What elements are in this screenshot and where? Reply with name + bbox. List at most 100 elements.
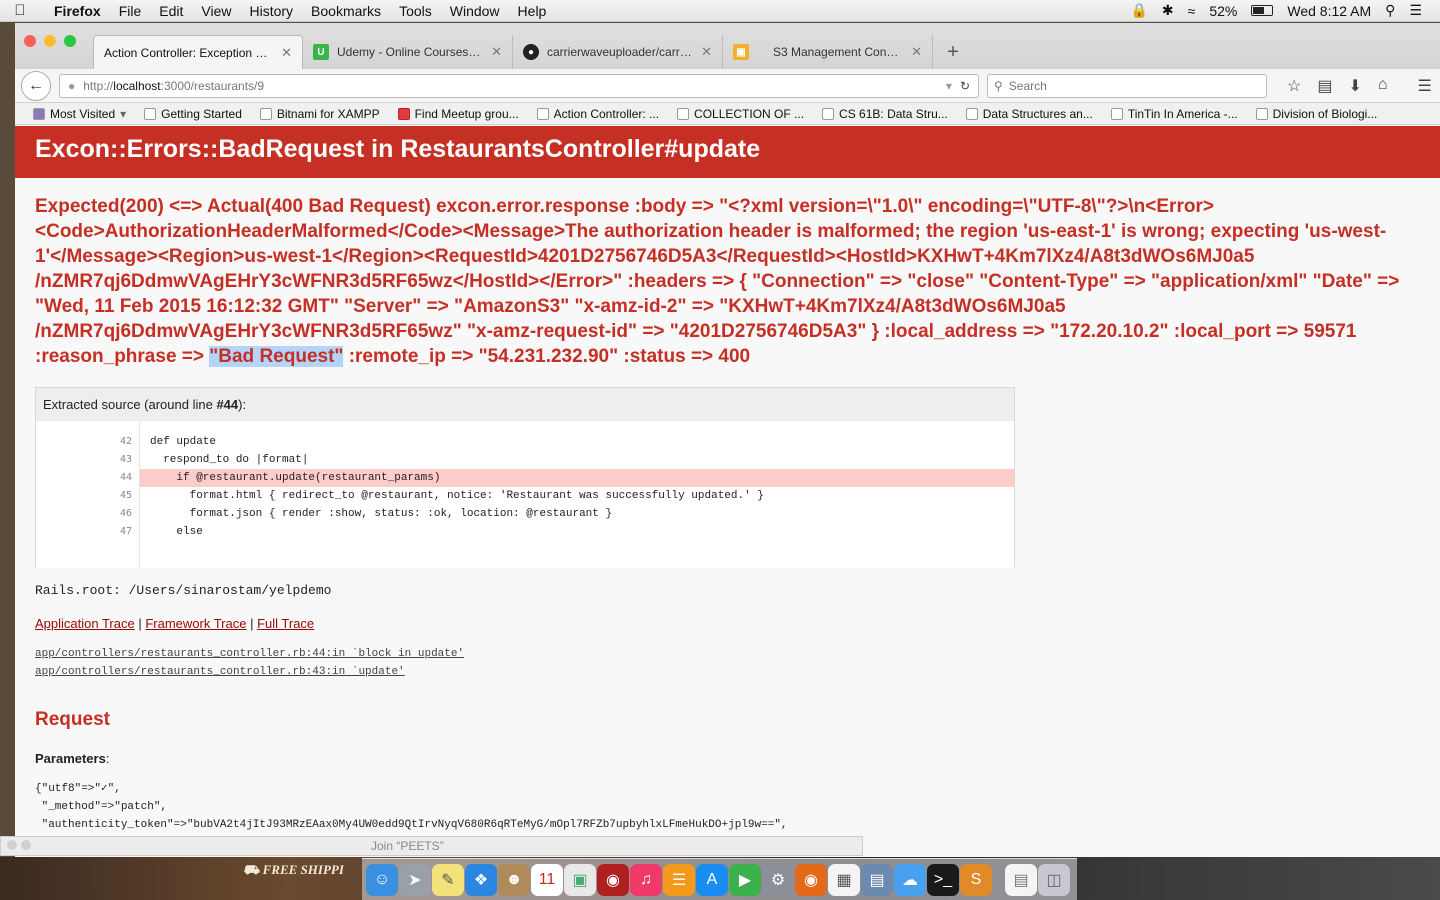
- bookmark-item[interactable]: TinTin In America -...: [1103, 107, 1246, 121]
- framework-trace-link[interactable]: Framework Trace: [145, 616, 246, 631]
- bookmark-item[interactable]: Bitnami for XAMPP: [252, 107, 388, 121]
- finder-icon[interactable]: ☺: [366, 863, 398, 896]
- tab-s3[interactable]: ▣ S3 Management Console ✕: [723, 35, 933, 69]
- download-icon[interactable]: ⬇: [1348, 76, 1361, 96]
- trace-line-link[interactable]: app/controllers/restaurants_controller.r…: [35, 648, 464, 660]
- close-tab-icon[interactable]: ✕: [701, 44, 712, 60]
- page-content: Excon::Errors::BadRequest in Restaurants…: [15, 126, 1440, 857]
- app-store-icon[interactable]: A: [696, 863, 728, 896]
- preview-alt-icon[interactable]: ▤: [861, 863, 893, 896]
- close-tab-icon[interactable]: ✕: [281, 45, 292, 61]
- trace-line-link[interactable]: app/controllers/restaurants_controller.r…: [35, 666, 405, 678]
- bookmark-label: COLLECTION OF ...: [694, 106, 805, 121]
- contacts-icon[interactable]: ☻: [498, 863, 530, 896]
- bookmark-item[interactable]: CS 61B: Data Stru...: [814, 107, 956, 121]
- code-line: else: [150, 526, 203, 538]
- dropdown-icon[interactable]: ▾: [946, 79, 952, 93]
- application-trace-link[interactable]: Application Trace: [35, 616, 135, 631]
- close-tab-icon[interactable]: ✕: [911, 44, 922, 60]
- error-title: Excon::Errors::BadRequest in Restaurants…: [15, 126, 1440, 178]
- firefox-icon[interactable]: ◉: [795, 863, 827, 896]
- search-input[interactable]: ⚲ Search: [987, 73, 1267, 98]
- tab-title: carrierwaveuploader/carrier...: [547, 45, 694, 59]
- tab-github[interactable]: ● carrierwaveuploader/carrier... ✕: [513, 35, 723, 69]
- menu-app-name[interactable]: Firefox: [40, 3, 110, 19]
- bluetooth-icon[interactable]: ✱: [1162, 2, 1174, 19]
- tab-action-controller[interactable]: Action Controller: Exception cau... ✕: [93, 35, 303, 69]
- join-network-text: Join “PEETS”: [371, 839, 444, 853]
- close-tab-icon[interactable]: ✕: [491, 44, 502, 60]
- bookmark-label: Bitnami for XAMPP: [276, 106, 380, 121]
- bookmarks-bar: Most Visited ▾ Getting Started Bitnami fo…: [15, 103, 1440, 125]
- zoom-window-button[interactable]: [64, 35, 76, 47]
- menu-history[interactable]: History: [240, 3, 302, 19]
- tab-udemy[interactable]: U Udemy - Online Courses fro... ✕: [303, 35, 513, 69]
- page-icon: [677, 107, 690, 120]
- bookmark-item[interactable]: COLLECTION OF ...: [669, 107, 812, 121]
- nav-bar: ← ● http://localhost:3000/restaurants/9 …: [15, 69, 1440, 103]
- menu-file[interactable]: File: [110, 3, 151, 19]
- itunes-icon[interactable]: ♫: [630, 863, 662, 896]
- bookmark-most-visited[interactable]: Most Visited ▾: [25, 107, 134, 121]
- reload-icon[interactable]: ↻: [960, 79, 970, 93]
- hamburger-menu-icon[interactable]: ☰: [1404, 76, 1432, 96]
- menu-bookmarks[interactable]: Bookmarks: [302, 3, 390, 19]
- notification-center-icon[interactable]: ☰: [1409, 2, 1422, 19]
- photo-booth-icon[interactable]: ◉: [597, 863, 629, 896]
- apple-icon[interactable]: : [0, 2, 40, 19]
- back-button[interactable]: ←: [21, 70, 51, 101]
- preview-icon[interactable]: ▣: [564, 863, 596, 896]
- page-icon: [1255, 107, 1268, 120]
- bookmark-item[interactable]: Getting Started: [136, 107, 250, 121]
- ibooks-icon[interactable]: ☰: [663, 863, 695, 896]
- home-icon[interactable]: ⌂: [1378, 76, 1388, 96]
- wifi-join-bar[interactable]: Join “PEETS”: [0, 836, 863, 856]
- calendar-icon[interactable]: 11: [531, 863, 563, 896]
- window-controls: [24, 35, 76, 47]
- sublime-icon[interactable]: S: [960, 863, 992, 896]
- menu-edit[interactable]: Edit: [150, 3, 192, 19]
- menu-window[interactable]: Window: [441, 3, 509, 19]
- trace-list: app/controllers/restaurants_controller.r…: [35, 645, 1440, 681]
- menu-help[interactable]: Help: [509, 3, 556, 19]
- system-preferences-icon[interactable]: ⚙: [762, 863, 794, 896]
- battery-icon[interactable]: [1251, 5, 1274, 16]
- full-trace-link[interactable]: Full Trace: [257, 616, 314, 631]
- source-header-text: Extracted source (around line: [43, 397, 217, 412]
- param-line: {"utf8"=>"✓",: [35, 783, 121, 795]
- notes-icon[interactable]: ✎: [432, 863, 464, 896]
- spotlight-icon[interactable]: ⚲: [1385, 2, 1395, 19]
- safari-icon[interactable]: ❖: [465, 863, 497, 896]
- messages-icon[interactable]: ☁: [894, 863, 926, 896]
- close-window-button[interactable]: [24, 35, 36, 47]
- source-code: def update respond_to do |format| if @re…: [140, 421, 1014, 568]
- menu-view[interactable]: View: [192, 3, 240, 19]
- launchpad-icon[interactable]: ➤: [399, 863, 431, 896]
- reading-list-icon[interactable]: ▤: [1317, 76, 1332, 96]
- minimize-dot-icon[interactable]: [21, 840, 31, 850]
- facetime-icon[interactable]: ▶: [729, 863, 761, 896]
- selected-text[interactable]: "Bad Request": [209, 346, 344, 367]
- bookmark-item[interactable]: Division of Biologi...: [1248, 107, 1386, 121]
- url-bar[interactable]: ● http://localhost:3000/restaurants/9 ▾ …: [59, 73, 979, 98]
- tab-title: Udemy - Online Courses fro...: [337, 45, 484, 59]
- param-line: "_method"=>"patch",: [35, 801, 168, 813]
- battery-percent[interactable]: 52%: [1209, 3, 1237, 19]
- bookmark-item[interactable]: Data Structures an...: [958, 107, 1101, 121]
- wifi-icon[interactable]: ≈: [1188, 3, 1196, 19]
- menu-tools[interactable]: Tools: [390, 3, 441, 19]
- trash-icon[interactable]: ◫: [1038, 863, 1070, 896]
- documents-icon[interactable]: ▤: [1005, 863, 1037, 896]
- line-number: 45: [119, 490, 132, 501]
- url-text[interactable]: http://localhost:3000/restaurants/9: [83, 79, 938, 93]
- bookmark-item[interactable]: Find Meetup grou...: [390, 107, 527, 121]
- clock[interactable]: Wed 8:12 AM: [1287, 3, 1371, 19]
- terminal-icon[interactable]: >_: [927, 863, 959, 896]
- lock-icon[interactable]: 🔒: [1130, 2, 1147, 19]
- bookmark-star-icon[interactable]: ☆: [1287, 76, 1301, 96]
- new-tab-button[interactable]: +: [933, 35, 973, 69]
- minimize-window-button[interactable]: [44, 35, 56, 47]
- close-dot-icon[interactable]: [7, 840, 17, 850]
- bookmark-item[interactable]: Action Controller: ...: [529, 107, 667, 121]
- grid-app-icon[interactable]: ▦: [828, 863, 860, 896]
